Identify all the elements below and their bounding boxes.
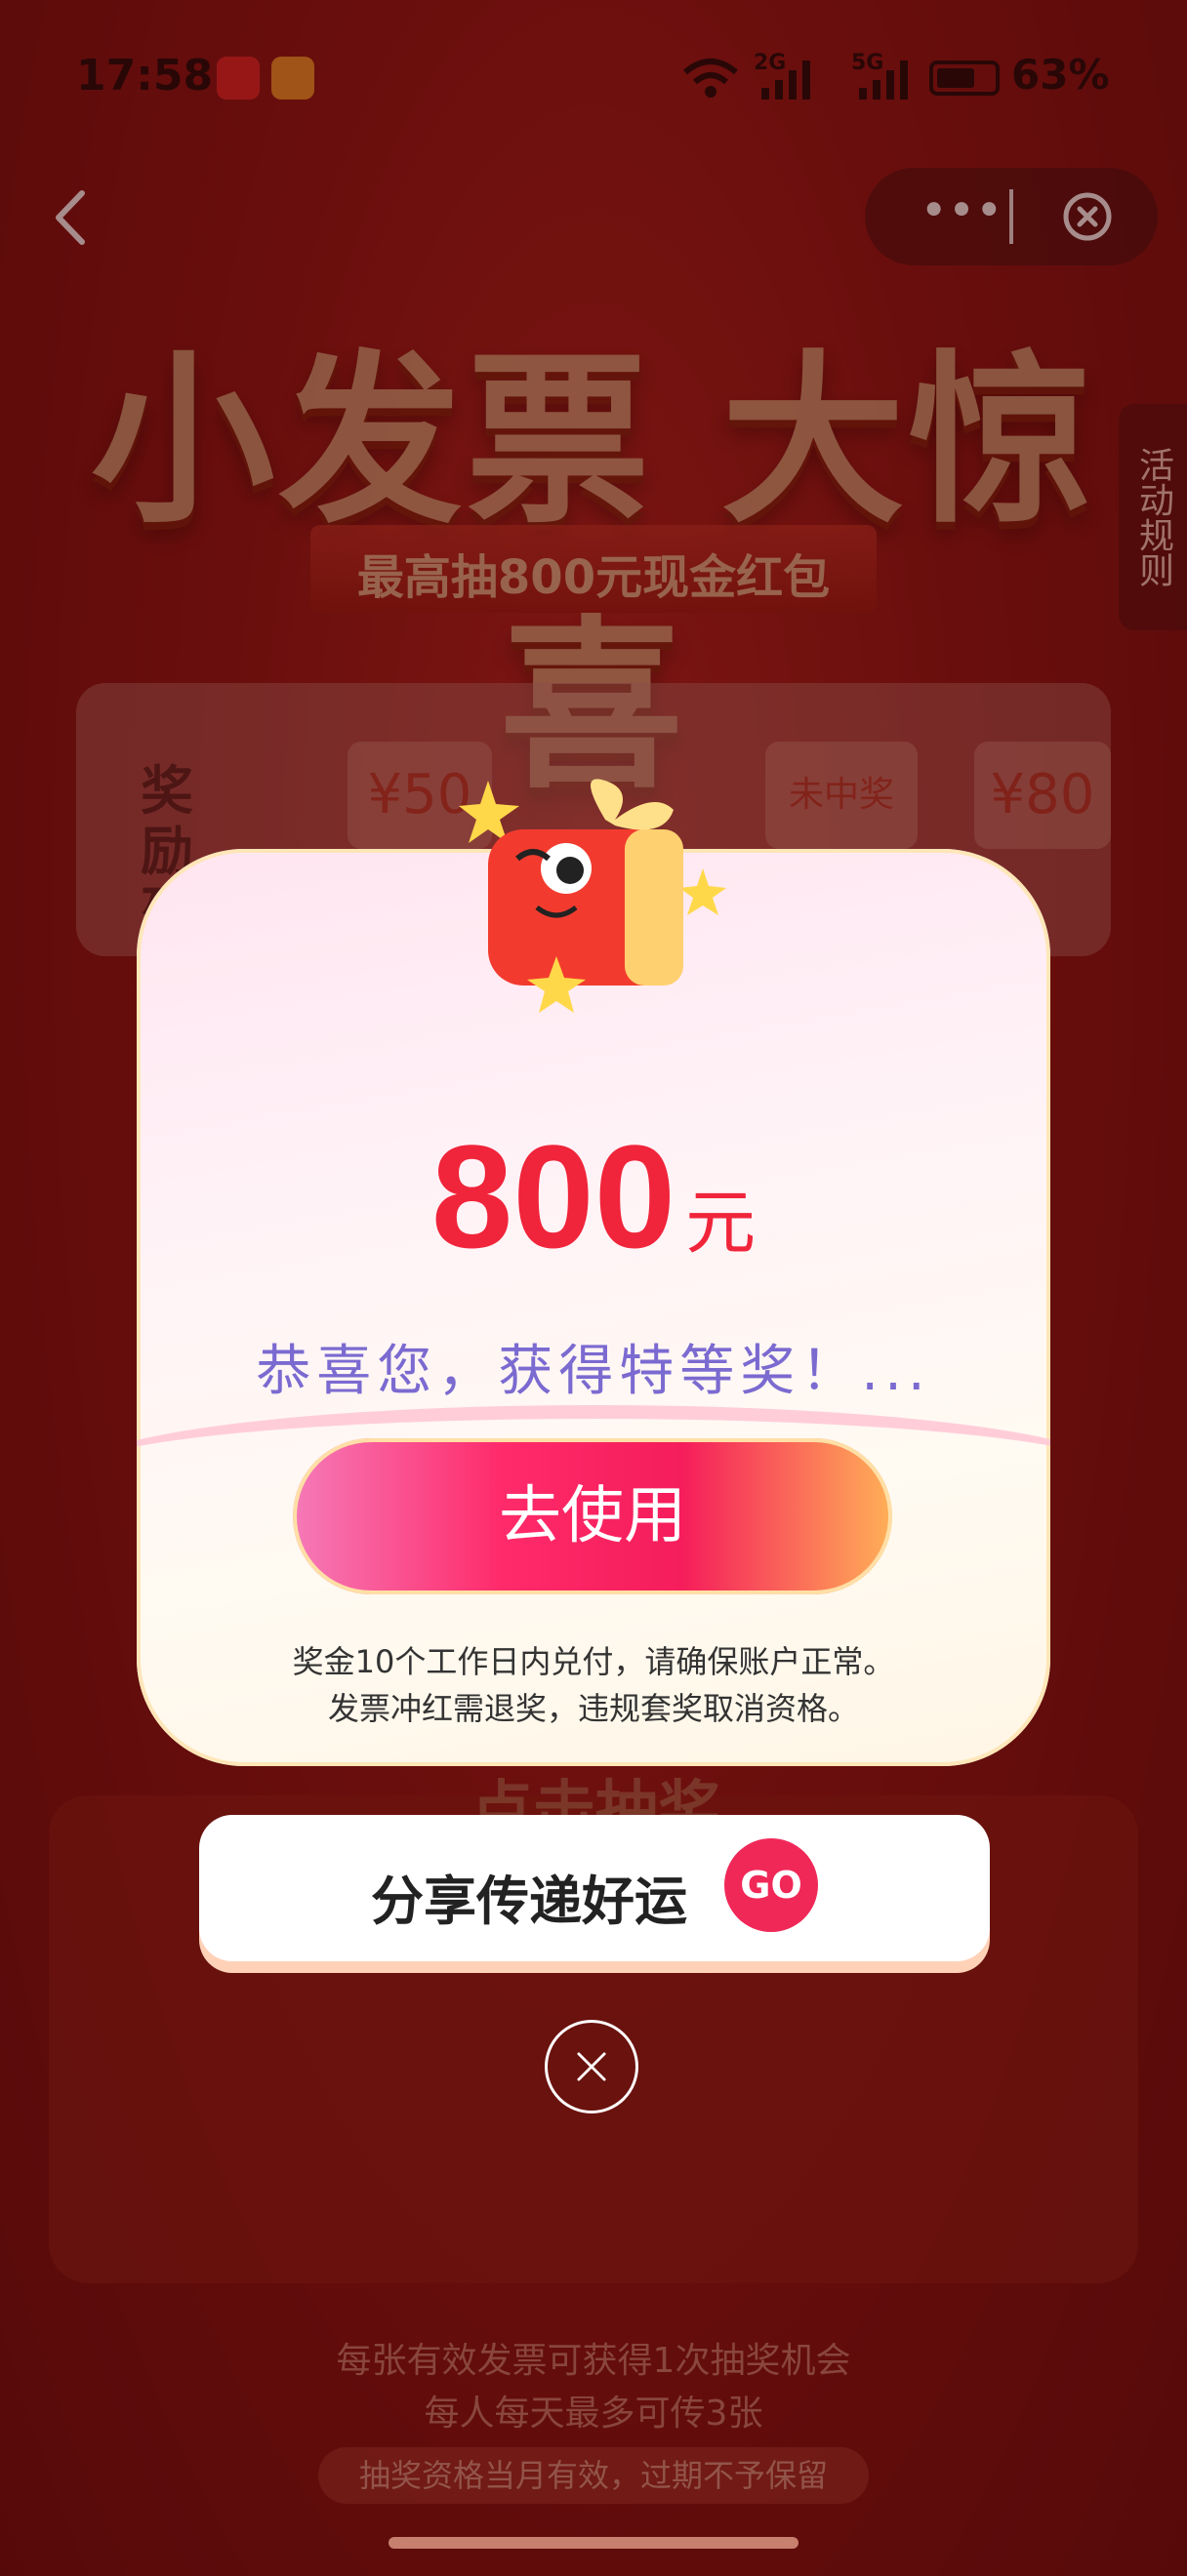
go-button[interactable]: GO bbox=[724, 1838, 818, 1932]
prize-amount-unit: 元 bbox=[685, 1182, 757, 1264]
prize-note-2: 发票冲红需退奖，违规套奖取消资格。 bbox=[327, 1690, 859, 1727]
congrats-text: 恭喜您，获得特等奖！... bbox=[256, 1340, 931, 1403]
gift-mascot-icon bbox=[459, 779, 726, 1013]
prize-note-1: 奖金10个工作日内兑付，请确保账户正常。 bbox=[292, 1643, 895, 1680]
prize-amount: 800 元 bbox=[137, 1112, 1050, 1281]
prize-amount-value: 800 bbox=[430, 1114, 676, 1278]
close-circle-icon[interactable] bbox=[545, 2020, 638, 2113]
use-button[interactable]: 去使用 bbox=[293, 1438, 892, 1594]
home-indicator bbox=[389, 2537, 798, 2549]
share-label: 分享传递好运 bbox=[371, 1871, 687, 1932]
